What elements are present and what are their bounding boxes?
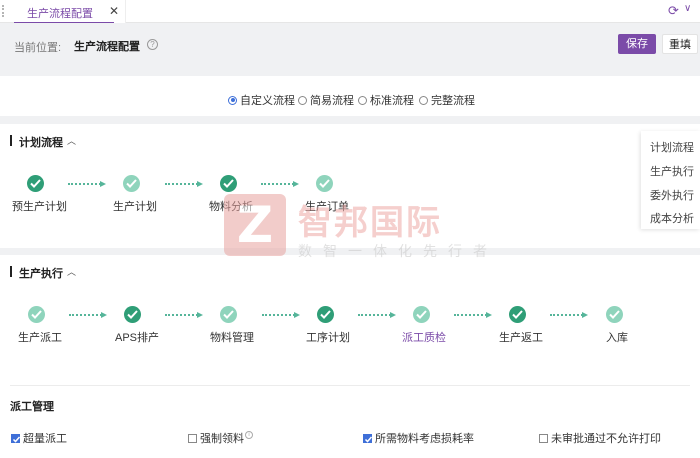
radio-label: 完整流程 — [431, 95, 475, 107]
checkbox-label: 超量派工 — [23, 433, 67, 445]
collapse-caret-icon[interactable]: ︿ — [67, 265, 76, 278]
radio-label: 标准流程 — [370, 95, 414, 107]
tab-label: 生产流程配置 — [27, 8, 93, 20]
step-label: 派工质检 — [402, 332, 446, 344]
radio-complete-flow[interactable]: 完整流程 — [419, 92, 475, 108]
checkbox-over-dispatch[interactable]: 超量派工 — [11, 430, 67, 446]
radio-label: 自定义流程 — [240, 95, 295, 107]
checkbox-label: 所需物料考虑损耗率 — [375, 433, 474, 445]
flow-arrow — [262, 312, 300, 318]
radio-custom-flow[interactable]: 自定义流程 — [228, 92, 295, 108]
step-node-dispatch[interactable] — [28, 306, 45, 323]
dispatch-management-title: 派工管理 — [10, 401, 54, 413]
divider — [10, 385, 690, 386]
watermark-logo: Z — [224, 194, 286, 256]
checkbox-label: 未审批通过不允许打印 — [551, 433, 661, 445]
checkbox-box — [363, 433, 373, 443]
step-node-dispatch-qc[interactable] — [413, 306, 430, 323]
step-label: 预生产计划 — [12, 201, 67, 213]
flow-arrow — [550, 312, 588, 318]
help-icon[interactable]: ? — [147, 39, 158, 50]
checkbox-label: 强制领料 — [200, 433, 244, 445]
info-icon[interactable]: i — [245, 431, 253, 439]
chevron-down-icon[interactable]: ∨ — [684, 3, 691, 14]
refresh-icon[interactable]: ⟳ — [668, 3, 679, 19]
breadcrumb-label: 当前位置: — [14, 42, 62, 54]
checkbox-no-print-unapproved[interactable]: 未审批通过不允许打印 — [539, 430, 661, 446]
flow-arrow — [358, 312, 396, 318]
watermark-slogan: 数智一体化先行者 — [298, 243, 498, 259]
step-label: 物料管理 — [210, 332, 254, 344]
step-node-plan[interactable] — [123, 175, 140, 192]
step-node-production-order[interactable] — [316, 175, 333, 192]
page-header: 当前位置: 生产流程配置 ? 保存 重填 — [0, 23, 700, 71]
step-label: 工序计划 — [306, 332, 350, 344]
close-icon[interactable]: ✕ — [109, 4, 119, 18]
step-node-rework[interactable] — [509, 306, 526, 323]
reset-button[interactable]: 重填 — [662, 34, 698, 54]
radio-simple-flow[interactable]: 简易流程 — [298, 92, 354, 108]
flow-arrow — [454, 312, 492, 318]
save-button[interactable]: 保存 — [618, 34, 656, 54]
watermark: Z 智邦国际 数智一体化先行者 — [224, 194, 511, 262]
checkbox-box — [11, 433, 21, 443]
flow-arrow — [165, 312, 203, 318]
radio-dot — [419, 95, 428, 105]
side-nav-item-plan[interactable]: 计划流程 — [650, 139, 694, 155]
flow-arrow — [261, 181, 299, 187]
radio-dot — [228, 95, 237, 105]
watermark-name: 智邦国际 — [298, 204, 442, 242]
execution-flow-panel: 生产执行 ︿ 生产派工 APS排产 物料管理 工序计划 派工质检 生产返工 入库… — [0, 255, 700, 458]
step-label: 入库 — [606, 332, 628, 344]
radio-dot — [298, 95, 307, 105]
section-title-plan: 计划流程 — [10, 134, 63, 150]
checkbox-force-picking[interactable]: 强制领料 i — [188, 430, 253, 446]
flow-mode-selector: 自定义流程 简易流程 标准流程 完整流程 — [0, 76, 700, 116]
step-node-material-mgmt[interactable] — [220, 306, 237, 323]
section-title-execution: 生产执行 — [10, 265, 63, 281]
side-anchor-nav: 计划流程 生产执行 委外执行 成本分析 — [641, 131, 700, 229]
side-nav-item-execution[interactable]: 生产执行 — [650, 163, 694, 179]
checkbox-material-loss-rate[interactable]: 所需物料考虑损耗率 — [363, 430, 474, 446]
page-title: 生产流程配置 — [74, 41, 140, 53]
flow-arrow — [68, 181, 106, 187]
collapse-caret-icon[interactable]: ︿ — [67, 134, 76, 147]
step-node-aps[interactable] — [124, 306, 141, 323]
flow-arrow — [69, 312, 107, 318]
step-label: 生产返工 — [499, 332, 543, 344]
side-nav-item-outsourcing[interactable]: 委外执行 — [650, 187, 694, 203]
side-nav-item-cost[interactable]: 成本分析 — [650, 210, 694, 226]
step-node-pre-plan[interactable] — [27, 175, 44, 192]
step-node-process-plan[interactable] — [317, 306, 334, 323]
radio-standard-flow[interactable]: 标准流程 — [358, 92, 414, 108]
step-label: 生产派工 — [18, 332, 62, 344]
radio-dot — [358, 95, 367, 105]
tab-bar: 生产流程配置 ✕ ⟳ ∨ — [0, 0, 700, 24]
radio-label: 简易流程 — [310, 95, 354, 107]
flow-arrow — [165, 181, 203, 187]
drag-grip-icon[interactable] — [2, 5, 4, 17]
watermark-logo-letter: Z — [236, 196, 274, 254]
step-node-material-analysis[interactable] — [220, 175, 237, 192]
step-node-warehousing[interactable] — [606, 306, 623, 323]
tab-production-flow-config[interactable]: 生产流程配置 ✕ — [14, 0, 126, 24]
step-label: 生产计划 — [113, 201, 157, 213]
checkbox-box — [188, 433, 197, 443]
step-label: APS排产 — [115, 332, 160, 344]
checkbox-box — [539, 433, 548, 443]
